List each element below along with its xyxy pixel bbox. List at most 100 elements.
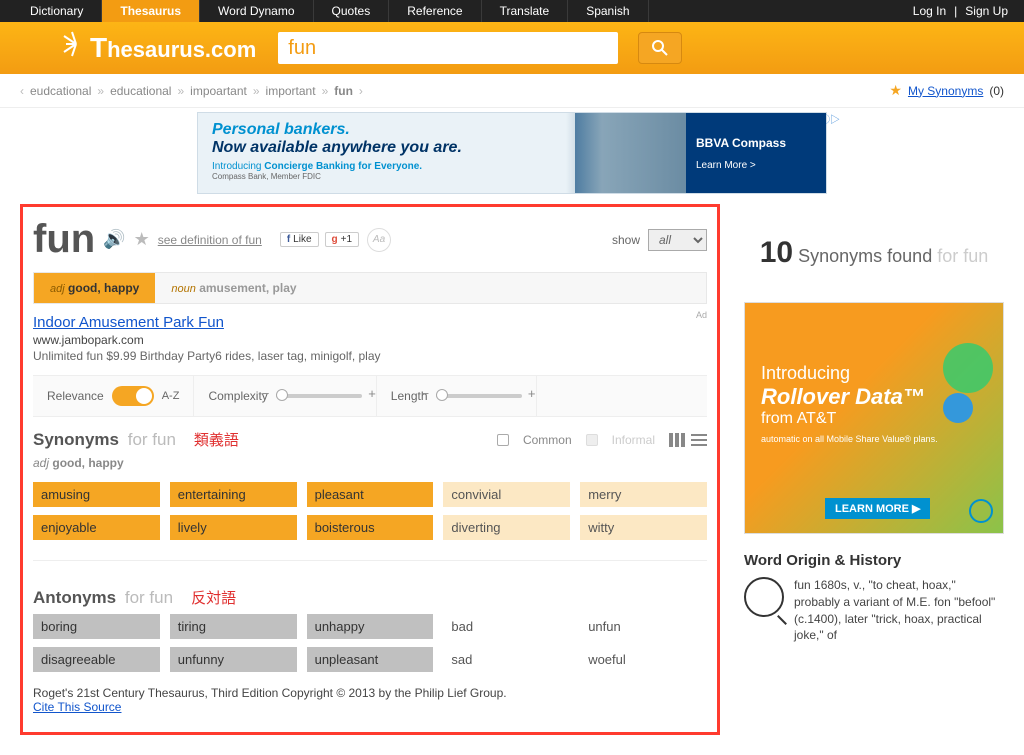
audio-icon[interactable]: 🔊 (103, 229, 125, 250)
sense-tab-adj[interactable]: adj good, happy (34, 273, 155, 303)
antonym-tag[interactable]: tiring (170, 614, 297, 639)
cite-link[interactable]: Cite This Source (33, 700, 121, 714)
google-plus-button[interactable]: g+1 (325, 232, 360, 247)
crumb[interactable]: important (266, 84, 316, 98)
att-logo-icon (969, 499, 993, 523)
az-label: A-Z (162, 390, 180, 402)
synonym-tag[interactable]: enjoyable (33, 515, 160, 540)
chevron-left-icon[interactable]: ‹ (20, 84, 24, 98)
crumb[interactable]: educational (110, 84, 171, 98)
synonym-tag[interactable]: witty (580, 515, 707, 540)
definition-link[interactable]: see definition of fun (158, 233, 262, 247)
common-checkbox[interactable] (497, 434, 509, 446)
nav-translate[interactable]: Translate (482, 0, 569, 22)
antonym-tag[interactable]: bad (443, 614, 570, 639)
nav-thesaurus[interactable]: Thesaurus (102, 0, 200, 22)
common-label: Common (523, 433, 572, 447)
nav-sep: | (950, 0, 961, 22)
antonym-tag[interactable]: unpleasant (307, 647, 434, 672)
logo[interactable]: Thesaurus.com (90, 32, 256, 64)
show-select[interactable]: all (648, 229, 707, 251)
informal-label: Informal (612, 433, 655, 447)
synonym-tag[interactable]: convivial (443, 482, 570, 507)
ad-subhead: Introducing Concierge Banking for Everyo… (212, 161, 462, 172)
side-ad-small: automatic on all Mobile Share Value® pla… (761, 434, 987, 445)
sense-tab-noun[interactable]: noun amusement, play (155, 273, 312, 303)
breadcrumb-row: ‹ eudcational» educational» impoartant» … (0, 74, 1024, 108)
antonym-tag[interactable]: unfunny (170, 647, 297, 672)
informal-checkbox[interactable] (586, 434, 598, 446)
chevron-right-icon[interactable]: › (359, 84, 363, 98)
antonyms-jp: 反対語 (191, 587, 236, 608)
nav-word-dynamo[interactable]: Word Dynamo (200, 0, 313, 22)
synonyms-found: 10 Synonyms found for fun (744, 204, 1004, 302)
headword: fun (33, 217, 95, 262)
star-icon: ★ (889, 82, 902, 99)
list-view-icon[interactable] (691, 433, 707, 447)
attribution: Roget's 21st Century Thesaurus, Third Ed… (33, 686, 707, 714)
ad-shape (943, 343, 993, 393)
inline-ad-title[interactable]: Indoor Amusement Park Fun (33, 314, 224, 331)
search-input[interactable] (278, 32, 618, 64)
inline-ad[interactable]: Ad Indoor Amusement Park Fun www.jambopa… (33, 304, 707, 376)
antonym-tag[interactable]: disagreeable (33, 647, 160, 672)
nav-dictionary[interactable]: Dictionary (12, 0, 102, 22)
origin-text: fun 1680s, v., "to cheat, hoax," probabl… (794, 577, 1004, 644)
synonyms-jp: 類義語 (194, 429, 239, 450)
length-slider[interactable] (436, 394, 522, 398)
side-ad-cta[interactable]: LEARN MORE ▶ (825, 498, 930, 519)
antonym-tag[interactable]: woeful (580, 647, 707, 672)
synonym-tag[interactable]: entertaining (170, 482, 297, 507)
sense-tabs: adj good, happy noun amusement, play (33, 272, 707, 304)
filters-row: Relevance A-Z Complexity Length (33, 376, 707, 417)
ad-shape (943, 393, 973, 423)
antonyms-grid: boring tiring unhappy bad unfun disagree… (33, 614, 707, 672)
grid-view-icon[interactable] (669, 433, 685, 447)
my-synonyms[interactable]: ★ My Synonyms (0) (889, 82, 1004, 99)
nav-quotes[interactable]: Quotes (314, 0, 390, 22)
show-label: show (612, 233, 640, 247)
relevance-toggle[interactable] (112, 386, 154, 406)
ad-headline-2: Now available anywhere you are. (212, 139, 462, 157)
antonym-tag[interactable]: unhappy (307, 614, 434, 639)
sidebar-ad[interactable]: Introducing Rollover Data™ from AT&T aut… (744, 302, 1004, 534)
nav-spanish[interactable]: Spanish (568, 0, 648, 22)
antonym-tag[interactable]: sad (443, 647, 570, 672)
synonym-tag[interactable]: pleasant (307, 482, 434, 507)
top-nav: Dictionary Thesaurus Word Dynamo Quotes … (0, 0, 1024, 22)
inline-ad-text: Unlimited fun $9.99 Birthday Party6 ride… (33, 349, 707, 363)
logo-rays-icon (62, 30, 90, 58)
nav-reference[interactable]: Reference (389, 0, 481, 22)
font-size-button[interactable]: Aa (367, 228, 391, 252)
synonym-tag[interactable]: diverting (443, 515, 570, 540)
synonyms-heading: Synonyms for fun (33, 430, 176, 450)
my-synonyms-link[interactable]: My Synonyms (908, 84, 983, 98)
synonym-tag[interactable]: amusing (33, 482, 160, 507)
antonym-tag[interactable]: boring (33, 614, 160, 639)
favorite-star-icon[interactable]: ★ (134, 229, 150, 250)
antonym-tag[interactable]: unfun (580, 614, 707, 639)
header-bar: Thesaurus.com (0, 22, 1024, 74)
signup-link[interactable]: Sign Up (961, 0, 1012, 22)
ad-cta[interactable]: Learn More > (696, 160, 756, 171)
synonym-tag[interactable]: merry (580, 482, 707, 507)
banner-ad[interactable]: ⓘ▷ Personal bankers. Now available anywh… (197, 112, 827, 194)
login-link[interactable]: Log In (909, 0, 950, 22)
crumb[interactable]: impoartant (190, 84, 247, 98)
right-column: 10 Synonyms found for fun Introducing Ro… (744, 204, 1004, 735)
ad-disclaimer: Compass Bank, Member FDIC (212, 172, 462, 181)
search-button[interactable] (638, 32, 682, 64)
crumb[interactable]: eudcational (30, 84, 91, 98)
fb-like-button[interactable]: fLike (280, 232, 319, 247)
complexity-slider[interactable] (276, 394, 362, 398)
subsense: adj good, happy (33, 456, 707, 470)
search-icon (650, 38, 670, 58)
ad-image (566, 113, 686, 193)
origin-heading: Word Origin & History (744, 552, 1004, 569)
synonym-tag[interactable]: boisterous (307, 515, 434, 540)
antonyms-heading: Antonyms for fun (33, 588, 173, 608)
my-synonyms-count: (0) (989, 84, 1004, 98)
word-origin: Word Origin & History fun 1680s, v., "to… (744, 552, 1004, 644)
synonym-tag[interactable]: lively (170, 515, 297, 540)
magnifier-icon (744, 577, 784, 617)
